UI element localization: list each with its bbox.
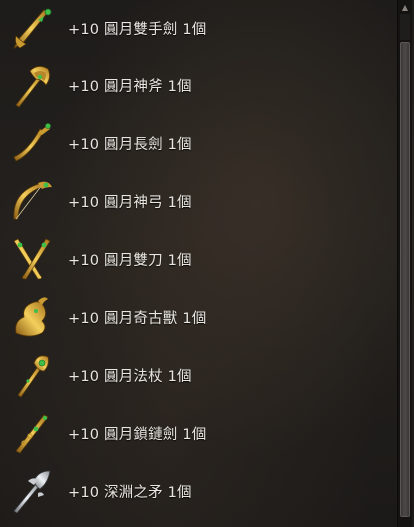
dual-blades-icon — [8, 235, 56, 283]
list-item[interactable]: +10 圓月神斧 1個 — [0, 56, 394, 114]
scrollbar[interactable]: ▲ — [397, 0, 412, 527]
list-item[interactable]: +10 深淵之矛 1個 — [0, 462, 394, 520]
item-label: +10 圓月鎖鏈劍 1個 — [68, 426, 207, 443]
kiringku-icon — [8, 293, 56, 341]
chain-sword-icon — [8, 409, 56, 457]
staff-icon — [8, 351, 56, 399]
axe-icon — [8, 61, 56, 109]
scroll-thumb[interactable] — [400, 42, 410, 517]
item-label: +10 圓月雙手劍 1個 — [68, 21, 207, 38]
spear-icon — [8, 467, 56, 515]
item-label: +10 圓月神弓 1個 — [68, 194, 192, 211]
item-label: +10 圓月法杖 1個 — [68, 368, 192, 385]
item-label: +10 深淵之矛 1個 — [68, 484, 192, 501]
list-item[interactable]: +10 圓月法杖 1個 — [0, 346, 394, 404]
item-label: +10 圓月雙刀 1個 — [68, 252, 192, 269]
list-item[interactable]: +10 圓月鎖鏈劍 1個 — [0, 404, 394, 462]
reward-item-panel: +10 圓月雙手劍 1個 +10 圓月神斧 1個 +10 圓月長劍 1個 +10… — [0, 0, 414, 527]
item-label: +10 圓月奇古獸 1個 — [68, 310, 207, 327]
list-item[interactable]: +10 圓月長劍 1個 — [0, 114, 394, 172]
long-sword-icon — [8, 119, 56, 167]
list-item[interactable]: +10 圓月雙刀 1個 — [0, 230, 394, 288]
list-item[interactable]: +10 圓月雙手劍 1個 — [0, 0, 394, 56]
list-item[interactable]: +10 圓月奇古獸 1個 — [0, 288, 394, 346]
scroll-track[interactable] — [400, 14, 410, 40]
scroll-up-arrow-icon[interactable]: ▲ — [398, 0, 412, 14]
item-label: +10 圓月長劍 1個 — [68, 136, 192, 153]
list-item[interactable]: +10 圓月神弓 1個 — [0, 172, 394, 230]
item-list: +10 圓月雙手劍 1個 +10 圓月神斧 1個 +10 圓月長劍 1個 +10… — [0, 0, 394, 520]
item-label: +10 圓月神斧 1個 — [68, 78, 192, 95]
two-handed-sword-icon — [8, 4, 56, 52]
bow-icon — [8, 177, 56, 225]
